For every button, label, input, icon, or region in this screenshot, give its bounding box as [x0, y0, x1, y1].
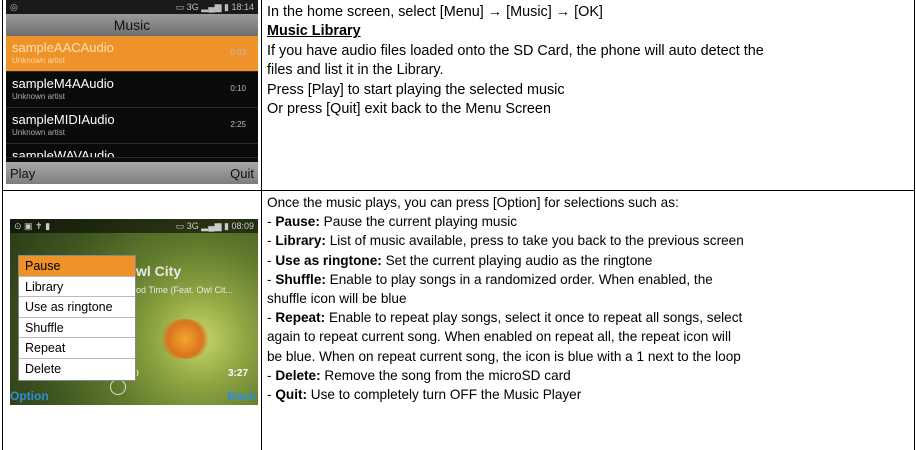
- list-item[interactable]: sampleWAVAudio: [6, 144, 258, 158]
- row1-text: In the home screen, select [Menu] → [Mus…: [267, 3, 764, 119]
- option-desc: List of music available, press to take y…: [325, 233, 744, 249]
- quit-softkey[interactable]: Quit: [230, 166, 254, 181]
- status-right-icons: ▭ 3G ▂▄▆ ▮ 18:14: [175, 1, 254, 12]
- option-desc: Set the current playing audio as the rin…: [381, 252, 653, 268]
- album-title: wl City: [136, 263, 182, 279]
- intro-line: Once the music plays, you can press [Opt…: [267, 195, 679, 210]
- status-left-icons: ◎: [10, 1, 18, 12]
- row2-text: Once the music plays, you can press [Opt…: [267, 193, 744, 404]
- option-desc: Enable to play songs in a randomized ord…: [325, 271, 713, 287]
- status-right-icons: ▭ 3G ▂▄▆ ▮ 08:09: [175, 220, 254, 231]
- body-line: If you have audio files loaded onto the …: [267, 42, 764, 59]
- menu-item-shuffle[interactable]: Shuffle: [19, 318, 135, 339]
- track-name: sampleAACAudio: [12, 40, 114, 55]
- option-desc: Pause the current playing music: [319, 214, 518, 230]
- track-duration: 0:03: [230, 48, 246, 57]
- option-line: - Delete: Remove the song from the micro…: [267, 367, 571, 383]
- list-item[interactable]: sampleMIDIAudio Unknown artist 2:25: [6, 108, 258, 144]
- table-border-right-lower: [914, 190, 915, 450]
- track-duration: 2:25: [230, 120, 246, 129]
- track-artist: Unknown artist: [12, 128, 65, 137]
- softkey-bar: Play Quit: [6, 162, 258, 184]
- option-line: - Repeat: Enable to repeat play songs, s…: [267, 310, 743, 326]
- option-line-continued: again to repeat current song. When enabl…: [267, 329, 731, 345]
- section-heading: Music Library: [267, 23, 361, 40]
- option-line: - Pause: Pause the current playing music: [267, 214, 518, 230]
- track-subtitle: od Time (Feat. Owl Cit...: [136, 285, 234, 295]
- option-line: - Shuffle: Enable to play songs in a ran…: [267, 271, 713, 287]
- play-softkey[interactable]: Play: [10, 166, 35, 181]
- option-line-continued: shuffle icon will be blue: [267, 291, 407, 307]
- body-line: Or press [Quit] exit back to the Menu Sc…: [267, 101, 551, 118]
- option-label: Use as ringtone:: [275, 252, 382, 268]
- track-duration: 0:10: [230, 84, 246, 93]
- options-menu: Pause Library Use as ringtone Shuffle Re…: [18, 255, 136, 381]
- menu-item-repeat[interactable]: Repeat: [19, 338, 135, 359]
- table-row-divider: [2, 190, 915, 191]
- menu-item-pause[interactable]: Pause: [19, 256, 135, 277]
- menu-item-library[interactable]: Library: [19, 277, 135, 298]
- track-artist: Unknown artist: [12, 56, 65, 65]
- option-label: Pause:: [275, 214, 320, 230]
- list-item-selected[interactable]: sampleAACAudio Unknown artist 0:03: [6, 36, 258, 72]
- repeat-icon: [110, 379, 126, 395]
- option-label: Repeat:: [275, 310, 326, 326]
- table-border-middle: [261, 0, 262, 450]
- screen-title: Music: [6, 14, 258, 36]
- status-bar: ◎ ▭ 3G ▂▄▆ ▮ 18:14: [6, 0, 258, 14]
- track-artist: Unknown artist: [12, 92, 65, 101]
- track-name: sampleM4AAudio: [12, 76, 114, 91]
- status-left-icons: ⊙ ▣ ✝ ▮: [14, 220, 51, 231]
- option-line-continued: be blue. When on repeat current song, th…: [267, 348, 741, 364]
- status-bar: ⊙ ▣ ✝ ▮ ▭ 3G ▂▄▆ ▮ 08:09: [10, 219, 258, 233]
- list-item[interactable]: sampleM4AAudio Unknown artist 0:10: [6, 72, 258, 108]
- option-desc: Enable to repeat play songs, select it o…: [325, 310, 743, 326]
- option-line: - Quit: Use to completely turn OFF the M…: [267, 387, 582, 403]
- body-line: Press [Play] to start playing the select…: [267, 81, 565, 98]
- table-border-left: [2, 0, 3, 450]
- document-table: ◎ ▭ 3G ▂▄▆ ▮ 18:14 Music sampleAACAudio …: [2, 0, 915, 450]
- option-softkey[interactable]: Option: [10, 389, 49, 403]
- option-label: Delete:: [275, 367, 321, 383]
- track-name: sampleWAVAudio: [12, 148, 115, 158]
- option-label: Quit:: [275, 387, 308, 403]
- track-time: 3:27: [228, 368, 249, 379]
- music-player-options-screenshot: ⊙ ▣ ✝ ▮ ▭ 3G ▂▄▆ ▮ 08:09 wl City od Time…: [10, 219, 258, 405]
- album-art-flower: [160, 319, 210, 359]
- option-desc: Use to completely turn OFF the Music Pla…: [307, 387, 582, 403]
- menu-item-delete[interactable]: Delete: [19, 359, 135, 380]
- menu-item-use-as-ringtone[interactable]: Use as ringtone: [19, 297, 135, 318]
- option-label: Shuffle:: [275, 271, 326, 287]
- table-border-right: [914, 0, 915, 190]
- track-name: sampleMIDIAudio: [12, 112, 115, 127]
- option-line: - Library: List of music available, pres…: [267, 233, 744, 249]
- option-label: Library:: [275, 233, 326, 249]
- option-desc: Remove the song from the microSD card: [320, 367, 571, 383]
- music-library-screenshot: ◎ ▭ 3G ▂▄▆ ▮ 18:14 Music sampleAACAudio …: [6, 0, 258, 184]
- back-softkey[interactable]: Back: [227, 389, 256, 403]
- instruction-line: In the home screen, select [Menu] → [Mus…: [267, 4, 603, 20]
- option-line: - Use as ringtone: Set the current playi…: [267, 252, 653, 268]
- body-line: files and list it in the Library.: [267, 62, 444, 79]
